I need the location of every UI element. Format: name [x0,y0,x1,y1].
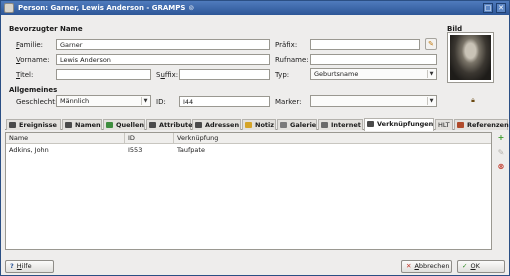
references-icon [457,122,464,128]
tab-note[interactable]: Notiz [242,119,276,130]
person-photo [450,35,491,80]
gender-value: Männlich [60,97,90,105]
checkmark-icon: ✓ [462,262,468,270]
type-label: Typ: [275,71,290,79]
titlebar[interactable]: Person: Garner, Lewis Anderson - GRAMPS ⊚… [1,1,509,15]
add-association-button[interactable]: + [495,132,507,144]
cancel-button[interactable]: ✕ Abbrechen [401,260,452,273]
edit-person-window: Person: Garner, Lewis Anderson - GRAMPS ⊚… [0,0,510,276]
tab-internet[interactable]: Internet [318,119,363,130]
sources-icon [106,122,113,128]
cancel-icon: ✕ [406,262,412,270]
callname-label: Rufname: [275,56,309,64]
name-type-value: Geburtsname [314,70,359,78]
id-label: ID: [156,98,166,106]
gender-label: Geschlecht: [16,98,58,106]
edit-icon: ✎ [497,148,505,157]
tab-lds[interactable]: HLT [435,119,453,130]
family-label: Familie: [16,41,43,49]
family-name-field[interactable]: Garner [56,39,270,50]
tab-bar: Ereignisse Namen Quellen Attribute Adres… [5,118,509,131]
help-icon: ? [10,262,14,270]
marker-combo[interactable]: ▼ [310,95,437,107]
window-title: Person: Garner, Lewis Anderson - GRAMPS ⊚ [18,4,195,12]
column-header-relation[interactable]: Verknüpfung [174,133,491,144]
title-field[interactable] [56,69,151,80]
name-type-combo[interactable]: Geburtsname ▼ [310,68,437,80]
remove-association-button[interactable]: ⊗ [495,161,507,173]
tab-attributes[interactable]: Attribute [146,119,192,130]
callname-field[interactable] [310,54,437,65]
id-field[interactable]: I44 [179,96,270,107]
suffix-label: Suffix: [156,71,179,79]
person-photo-frame[interactable] [447,32,494,83]
addresses-icon [195,122,202,128]
tab-sources[interactable]: Quellen [103,119,145,130]
given-name-label: Vorname: [16,56,50,64]
title-label: Titel: [16,71,34,79]
prefix-label: Präfix: [275,41,298,49]
associations-icon [367,121,374,127]
cell-relation: Taufpate [177,146,205,154]
internet-icon [321,122,328,128]
chevron-down-icon: ▼ [427,97,435,105]
tab-addresses[interactable]: Adressen [192,119,241,130]
privacy-toggle[interactable]: 🔒︎ [467,95,479,107]
general-heading: Allgemeines [9,86,58,94]
marker-label: Marker: [275,98,302,106]
close-button[interactable]: ✕ [496,3,506,13]
edit-association-button[interactable]: ✎ [495,147,507,159]
names-icon [65,122,72,128]
ok-button[interactable]: ✓ OK [457,260,505,273]
tab-associations[interactable]: Verknüpfungen [364,118,434,131]
tab-references[interactable]: Referenzen [454,119,509,130]
tab-gallery[interactable]: Galerie [277,119,317,130]
gallery-icon [280,122,287,128]
note-icon [245,122,252,128]
tab-events[interactable]: Ereignisse [6,119,61,130]
sticky-icon[interactable]: ⊚ [188,4,194,12]
associations-table: Name ID Verknüpfung Adkins, John I553 Ta… [5,132,492,250]
suffix-field[interactable] [179,69,270,80]
remove-icon: ⊗ [497,162,505,171]
prefix-field[interactable] [310,39,420,50]
events-icon [9,122,16,128]
person-icon[interactable] [4,3,14,13]
tab-names[interactable]: Namen [62,119,102,130]
help-button[interactable]: ? Hilfe [5,260,54,273]
cell-name: Adkins, John [9,146,49,154]
maximize-button[interactable]: □ [483,3,493,13]
cell-id: I553 [128,146,143,154]
pencil-icon: ✎ [428,40,434,48]
column-header-id[interactable]: ID [125,133,174,144]
gender-combo[interactable]: Männlich ▼ [56,95,151,107]
attributes-icon [149,122,156,128]
chevron-down-icon: ▼ [141,97,149,105]
preferred-name-heading: Bevorzugter Name [9,25,83,33]
table-row[interactable]: Adkins, John I553 Taufpate [6,145,491,155]
chevron-down-icon: ▼ [427,70,435,78]
column-header-name[interactable]: Name [6,133,125,144]
edit-name-button[interactable]: ✎ [425,38,437,50]
add-icon: + [497,133,505,142]
given-name-field[interactable]: Lewis Anderson [56,54,270,65]
lock-icon: 🔒︎ [471,96,475,104]
